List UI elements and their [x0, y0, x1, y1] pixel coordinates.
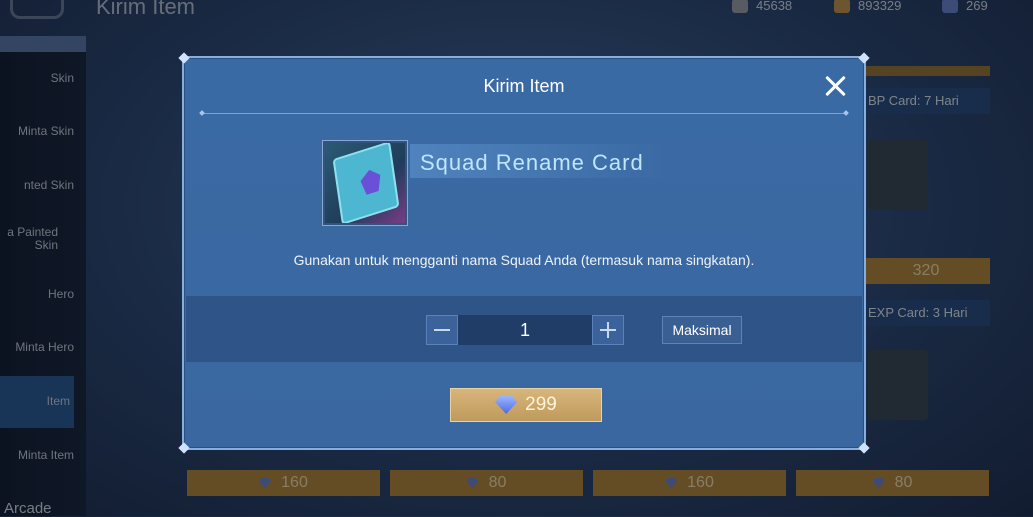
- diamond-counter: 269: [942, 0, 988, 13]
- item-icon-frame: [322, 140, 408, 226]
- price-value: 80: [488, 474, 507, 491]
- diamond-icon: [942, 0, 958, 13]
- card-gem-shape: [359, 167, 382, 196]
- sidebar-item-minta-item[interactable]: Minta Item: [0, 449, 74, 462]
- price-button-4[interactable]: 80: [796, 470, 989, 496]
- price-value: 80: [894, 474, 913, 491]
- diamond-icon: [665, 478, 678, 488]
- battle-point-coin-icon: [834, 0, 850, 13]
- quantity-input[interactable]: 1: [458, 315, 592, 345]
- sidebar-item-minta-skin[interactable]: Minta Skin: [0, 125, 74, 138]
- arcade-dropdown[interactable]: Arcade: [4, 500, 52, 517]
- card-book-shape: [332, 143, 400, 223]
- bp-card-price-button[interactable]: 320: [862, 258, 990, 284]
- screen-title: Kirim Item: [96, 0, 195, 19]
- dialog-title: Kirim Item: [483, 76, 565, 96]
- card-strip: [862, 66, 990, 76]
- price-value: 160: [281, 474, 308, 491]
- diamond-icon: [872, 478, 885, 488]
- max-quantity-button[interactable]: Maksimal: [662, 316, 742, 344]
- item-description: Gunakan untuk mengganti nama Squad Anda …: [293, 252, 755, 268]
- title-divider: [202, 113, 846, 114]
- sidebar-item-minta-hero[interactable]: Minta Hero: [0, 341, 74, 354]
- close-icon[interactable]: [824, 74, 848, 98]
- bp-card-price: 320: [912, 262, 940, 279]
- ticket-value: 45638: [756, 0, 793, 13]
- diamond-icon: [466, 478, 479, 488]
- buy-price: 299: [525, 394, 557, 415]
- price-button-2[interactable]: 80: [390, 470, 583, 496]
- category-sidebar: Skin Minta Skin nted Skin a Painted Skin…: [0, 36, 86, 516]
- sidebar-item-minta-painted-skin[interactable]: a Painted Skin: [0, 226, 58, 252]
- diamond-value: 269: [966, 0, 988, 13]
- decrease-quantity-button[interactable]: [426, 315, 458, 345]
- ticket-counter: 45638: [732, 0, 792, 13]
- battle-point-counter: 893329: [834, 0, 901, 13]
- sidebar-item-item-label: Item: [46, 394, 70, 408]
- price-button-3[interactable]: 160: [593, 470, 786, 496]
- rename-card-icon: [325, 143, 405, 223]
- battle-point-value: 893329: [858, 0, 902, 13]
- buy-button[interactable]: 299: [450, 388, 602, 422]
- top-bar: Kirim Item 45638 893329 269: [0, 0, 1033, 22]
- back-button[interactable]: [10, 0, 64, 19]
- diamond-icon: [259, 478, 272, 488]
- diamond-icon: [495, 396, 518, 414]
- sidebar-item-item[interactable]: Item: [0, 376, 74, 428]
- ticket-icon: [732, 0, 748, 13]
- bp-card-title: BP Card: 7 Hari: [862, 88, 990, 114]
- exp-card-image: [868, 350, 928, 420]
- sidebar-item-skin[interactable]: Skin: [0, 72, 74, 85]
- bp-card-image: [868, 140, 928, 210]
- item-name: Squad Rename Card: [420, 150, 644, 175]
- exp-card-title: EXP Card: 3 Hari: [862, 300, 990, 326]
- sidebar-item-painted-skin[interactable]: nted Skin: [0, 179, 74, 192]
- price-value: 160: [687, 474, 714, 491]
- price-button-1[interactable]: 160: [187, 470, 380, 496]
- send-item-dialog: Kirim Item Squad Rename Card Gunakan unt…: [178, 52, 870, 454]
- sidebar-item-hero[interactable]: Hero: [0, 288, 74, 301]
- increase-quantity-button[interactable]: [592, 315, 624, 345]
- sidebar-accent: [0, 36, 86, 52]
